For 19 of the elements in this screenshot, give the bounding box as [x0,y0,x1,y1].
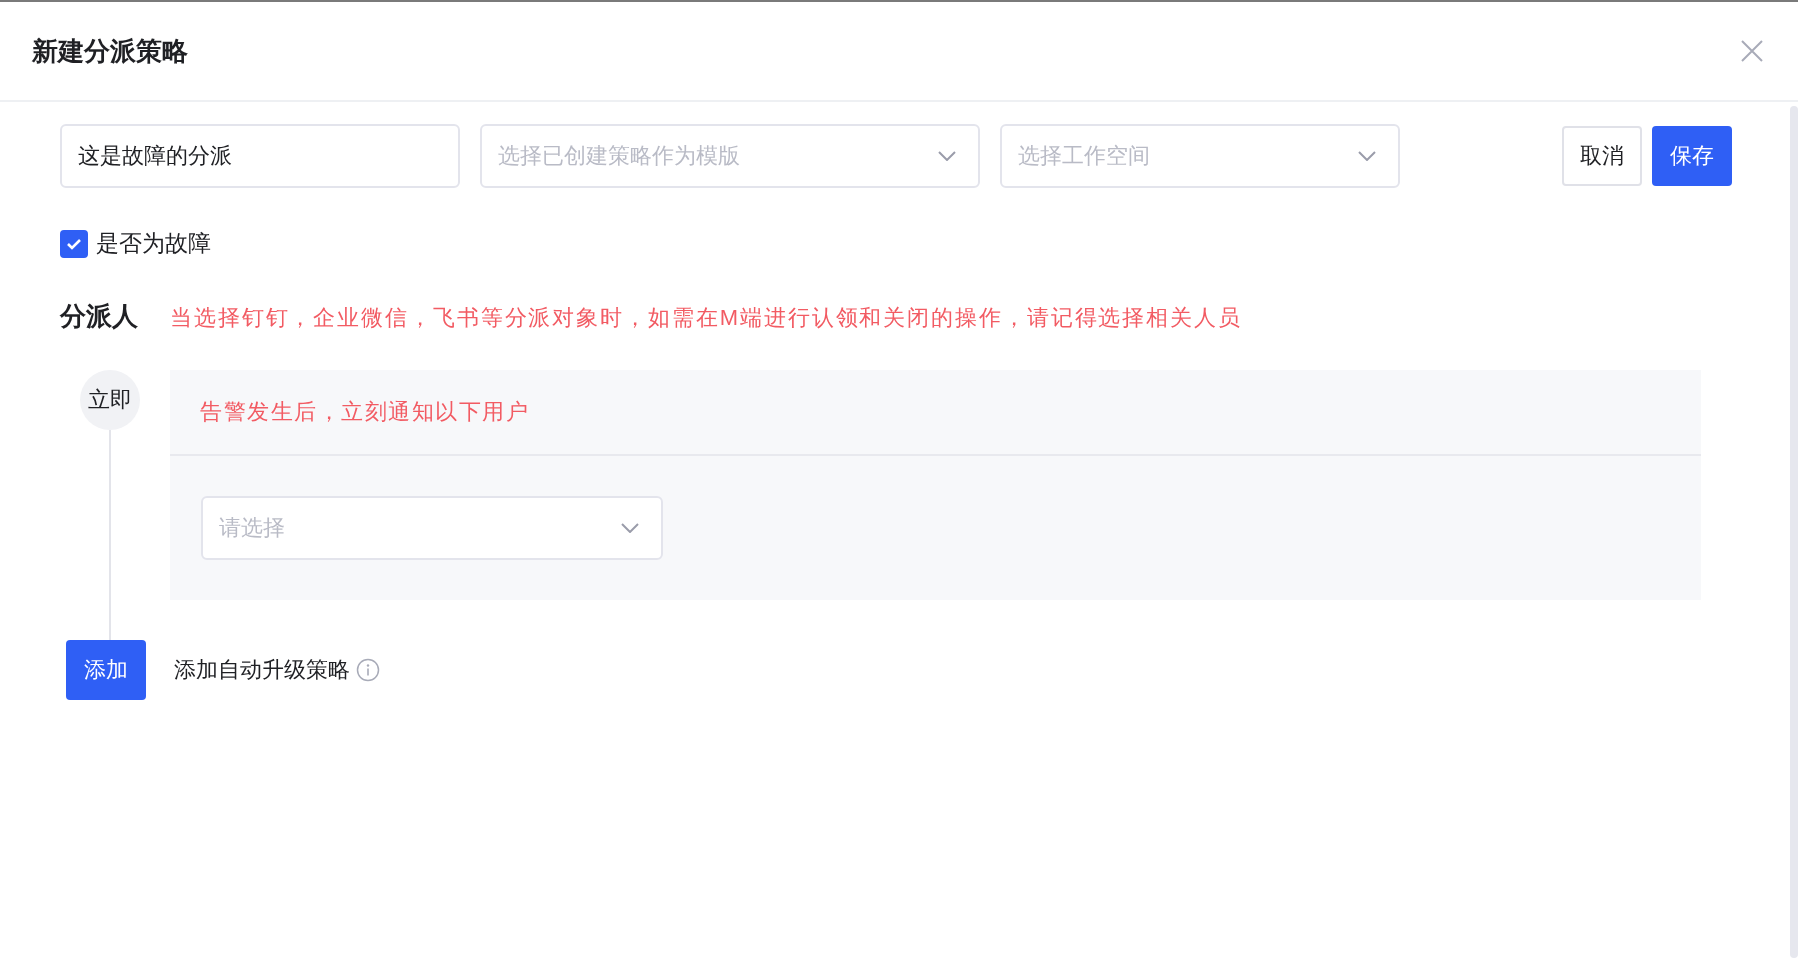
save-button[interactable]: 保存 [1652,126,1732,186]
chevron-down-icon [621,523,639,533]
checkbox[interactable] [60,229,88,258]
scrollbar[interactable] [1790,106,1798,958]
checkbox-label: 是否为故障 [96,229,211,258]
hint-text: 当选择钉钉，企业微信，飞书等分派对象时，如需在M端进行认领和关闭的操作，请记得选择相关人员 [170,304,1242,332]
cancel-button[interactable]: 取消 [1562,126,1642,186]
name-field[interactable]: 这是故障的分派 [60,124,460,188]
dialog-title: 新建分派策略 [32,34,188,68]
add-button[interactable]: 添加 [66,640,146,700]
chevron-down-icon [1358,151,1376,161]
info-icon [356,658,380,682]
checkmark-icon [66,237,82,250]
chevron-down-icon [938,151,956,161]
add-label: 添加自动升级策略 [174,656,350,684]
close-icon[interactable] [1740,39,1764,63]
step-badge: 立即 [80,370,140,430]
notice-text: 告警发生后，立刻通知以下用户 [200,398,529,426]
section-label: 分派人 [60,300,138,333]
